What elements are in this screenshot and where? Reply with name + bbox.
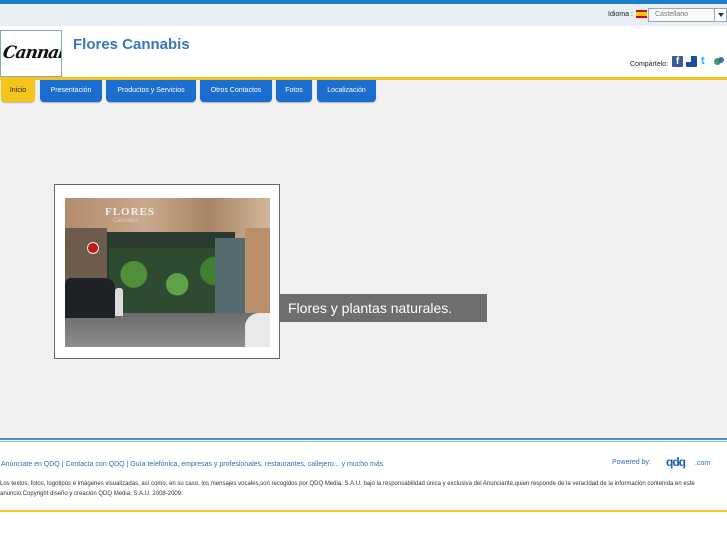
nav-item-inicio[interactable]: Inicio <box>1 80 35 102</box>
photo-street <box>65 313 270 347</box>
photo-sign-sub: Cannabis <box>113 218 139 224</box>
footer-divider <box>0 438 727 440</box>
language-label: Idioma : <box>608 11 633 18</box>
logo-text: Cannabis <box>1 43 62 63</box>
language-bar: Idioma : Castellano <box>0 4 727 26</box>
storefront-photo[interactable]: FLORES Cannabis <box>65 198 270 347</box>
photo-frame: FLORES Cannabis <box>54 184 280 359</box>
language-select-value: Castellano <box>655 11 689 18</box>
facebook-icon[interactable]: f <box>672 56 683 67</box>
language-select[interactable]: Castellano <box>648 8 727 22</box>
other-share-icon[interactable] <box>714 56 725 67</box>
nav-item-productos-servicios[interactable]: Productos y Servicios <box>106 80 196 102</box>
nav-item-otros-contactos[interactable]: Otros Contactos <box>200 80 272 102</box>
qdq-logo-domain[interactable]: .com <box>695 460 710 467</box>
footer-divider-thin <box>0 441 727 442</box>
bottom-accent-line <box>0 510 727 512</box>
nav-item-presentacion[interactable]: Presentación <box>40 80 102 102</box>
site-logo[interactable]: Cannabis <box>0 30 62 77</box>
powered-by-label: Powered by: <box>612 459 651 466</box>
spain-flag-icon <box>636 10 647 18</box>
photo-sign: FLORES <box>105 206 156 218</box>
photo-caption: Flores y plantas naturales. <box>280 294 487 322</box>
photo-person <box>115 288 123 316</box>
nav-item-fotos[interactable]: Fotos <box>276 80 312 102</box>
photo-stop-sign <box>87 242 99 254</box>
caption-text: Flores y plantas naturales. <box>288 300 453 316</box>
photo-car-right <box>245 313 270 347</box>
photo-car <box>65 278 115 318</box>
twitter-icon[interactable]: t <box>701 56 711 67</box>
share-label: Compártelo: <box>630 61 669 68</box>
nav-item-localizacion[interactable]: Localización <box>317 80 376 102</box>
legal-text: Los textos, fotos, logotipos e imágenes … <box>0 481 695 497</box>
qdq-logo[interactable]: qdq <box>666 455 686 469</box>
photo-door <box>215 238 245 318</box>
delicious-icon[interactable] <box>686 56 697 67</box>
page-title: Flores Cannabis <box>73 36 190 53</box>
chevron-down-icon[interactable] <box>714 9 726 21</box>
footer-links[interactable]: Anúnciate en QDQ | Contacta con QDQ | Gu… <box>1 461 383 468</box>
